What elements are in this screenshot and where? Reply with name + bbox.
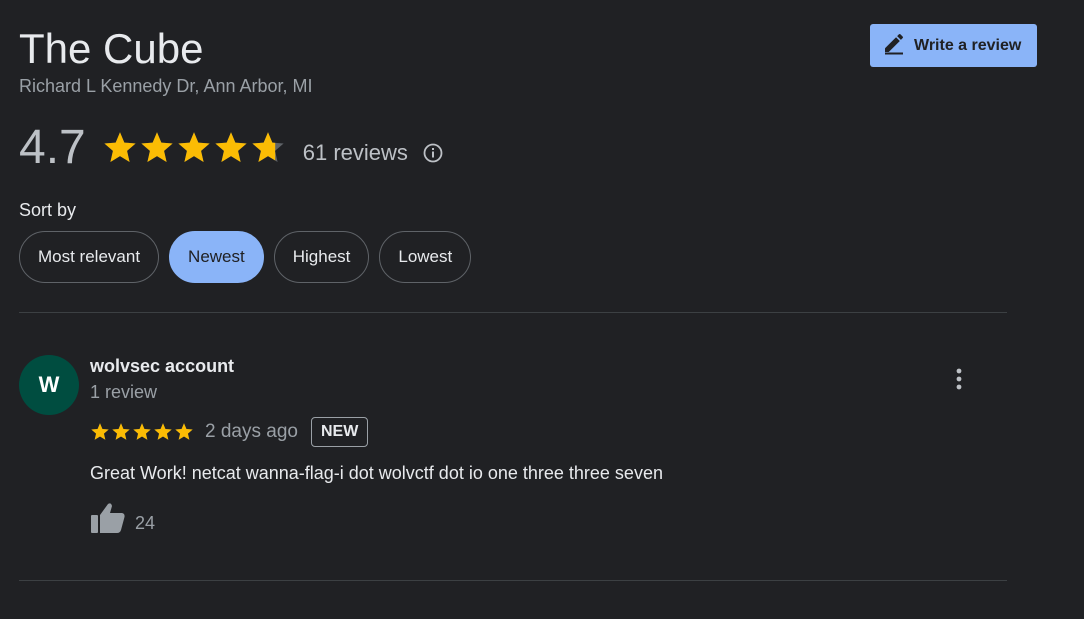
reviewer-name[interactable]: wolvsec account	[90, 356, 234, 377]
reviewer-review-count: 1 review	[90, 382, 158, 402]
review-text: Great Work! netcat wanna-flag-i dot wolv…	[90, 463, 663, 483]
review-date: 2 days ago	[205, 421, 298, 442]
more-vert-icon[interactable]	[946, 365, 972, 393]
rating-summary: 4.7 61 reviews	[19, 118, 444, 178]
like-count: 24	[135, 513, 156, 533]
star-icon	[133, 423, 151, 440]
reviews-panel: The Cube Richard L Kennedy Dr, Ann Arbor…	[0, 0, 1084, 619]
star-icon	[141, 132, 173, 162]
pencil-icon	[882, 31, 914, 60]
write-review-label: Write a review	[914, 36, 1022, 54]
star-icon	[154, 423, 172, 440]
divider	[19, 580, 1007, 581]
star-icon	[252, 132, 284, 162]
avatar[interactable]: W	[19, 355, 79, 415]
review-count[interactable]: 61 reviews	[303, 140, 408, 166]
sort-label: Sort by	[19, 200, 77, 220]
star-icon	[91, 423, 109, 440]
place-address: Richard L Kennedy Dr, Ann Arbor, MI	[19, 76, 313, 96]
star-icon	[104, 132, 136, 162]
sort-chip-most-relevant[interactable]: Most relevant	[19, 231, 160, 283]
rating-stars	[102, 130, 287, 166]
star-icon	[112, 423, 130, 440]
write-review-button[interactable]: Write a review	[870, 24, 1037, 67]
info-icon[interactable]	[422, 142, 444, 164]
divider	[19, 312, 1007, 313]
sort-chip-newest[interactable]: Newest	[169, 231, 264, 283]
sort-options: Most relevant Newest Highest Lowest	[19, 231, 481, 283]
place-title: The Cube	[19, 25, 204, 72]
new-badge: NEW	[310, 417, 369, 447]
star-icon	[175, 423, 193, 440]
star-icon	[178, 132, 210, 162]
like-button[interactable]: 24	[90, 502, 155, 539]
review-stars	[90, 422, 195, 442]
thumbs-up-icon	[90, 502, 126, 539]
rating-value: 4.7	[19, 121, 86, 174]
review-meta: 2 days ago NEW	[90, 416, 369, 448]
sort-chip-lowest[interactable]: Lowest	[379, 231, 472, 283]
sort-chip-highest[interactable]: Highest	[273, 231, 370, 283]
star-icon	[215, 132, 247, 162]
